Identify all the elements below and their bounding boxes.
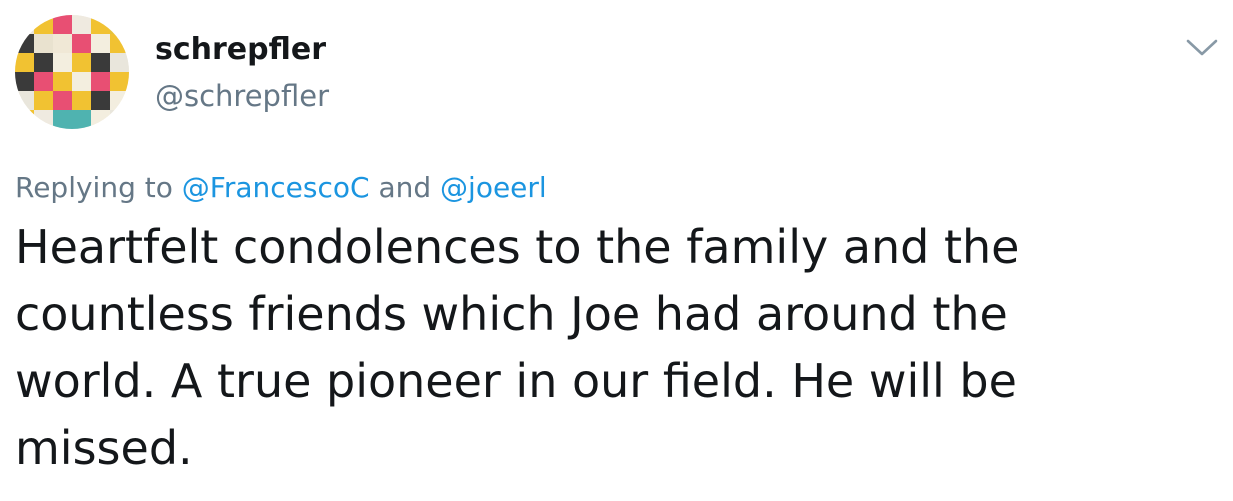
tweet-text-line: missed.	[15, 421, 193, 475]
tweet-card: schrepfler @schrepfler Replying to @Fran…	[0, 0, 1233, 501]
reply-context: Replying to @FrancescoC and @joeerl	[15, 168, 547, 208]
tweet-text-line: world. A true pioneer in our field. He w…	[15, 354, 1017, 408]
pixel-art-avatar-icon	[15, 15, 129, 129]
avatar[interactable]	[15, 15, 129, 129]
tweet-text-line: Heartfelt condolences to the family and …	[15, 220, 1020, 274]
mention-link[interactable]: @joeerl	[440, 171, 547, 204]
reply-context-joiner: and	[378, 171, 432, 204]
author-handle[interactable]: @schrepfler	[155, 76, 329, 116]
author-display-name[interactable]: schrepfler	[155, 30, 326, 70]
tweet-text-line: countless friends which Joe had around t…	[15, 287, 1008, 341]
tweet-text: Heartfelt condolences to the family and …	[15, 214, 1195, 482]
mention-link[interactable]: @FrancescoC	[182, 171, 370, 204]
reply-context-prefix: Replying to	[15, 171, 173, 204]
tweet-menu-button[interactable]	[1182, 28, 1222, 68]
chevron-down-icon	[1186, 39, 1218, 56]
